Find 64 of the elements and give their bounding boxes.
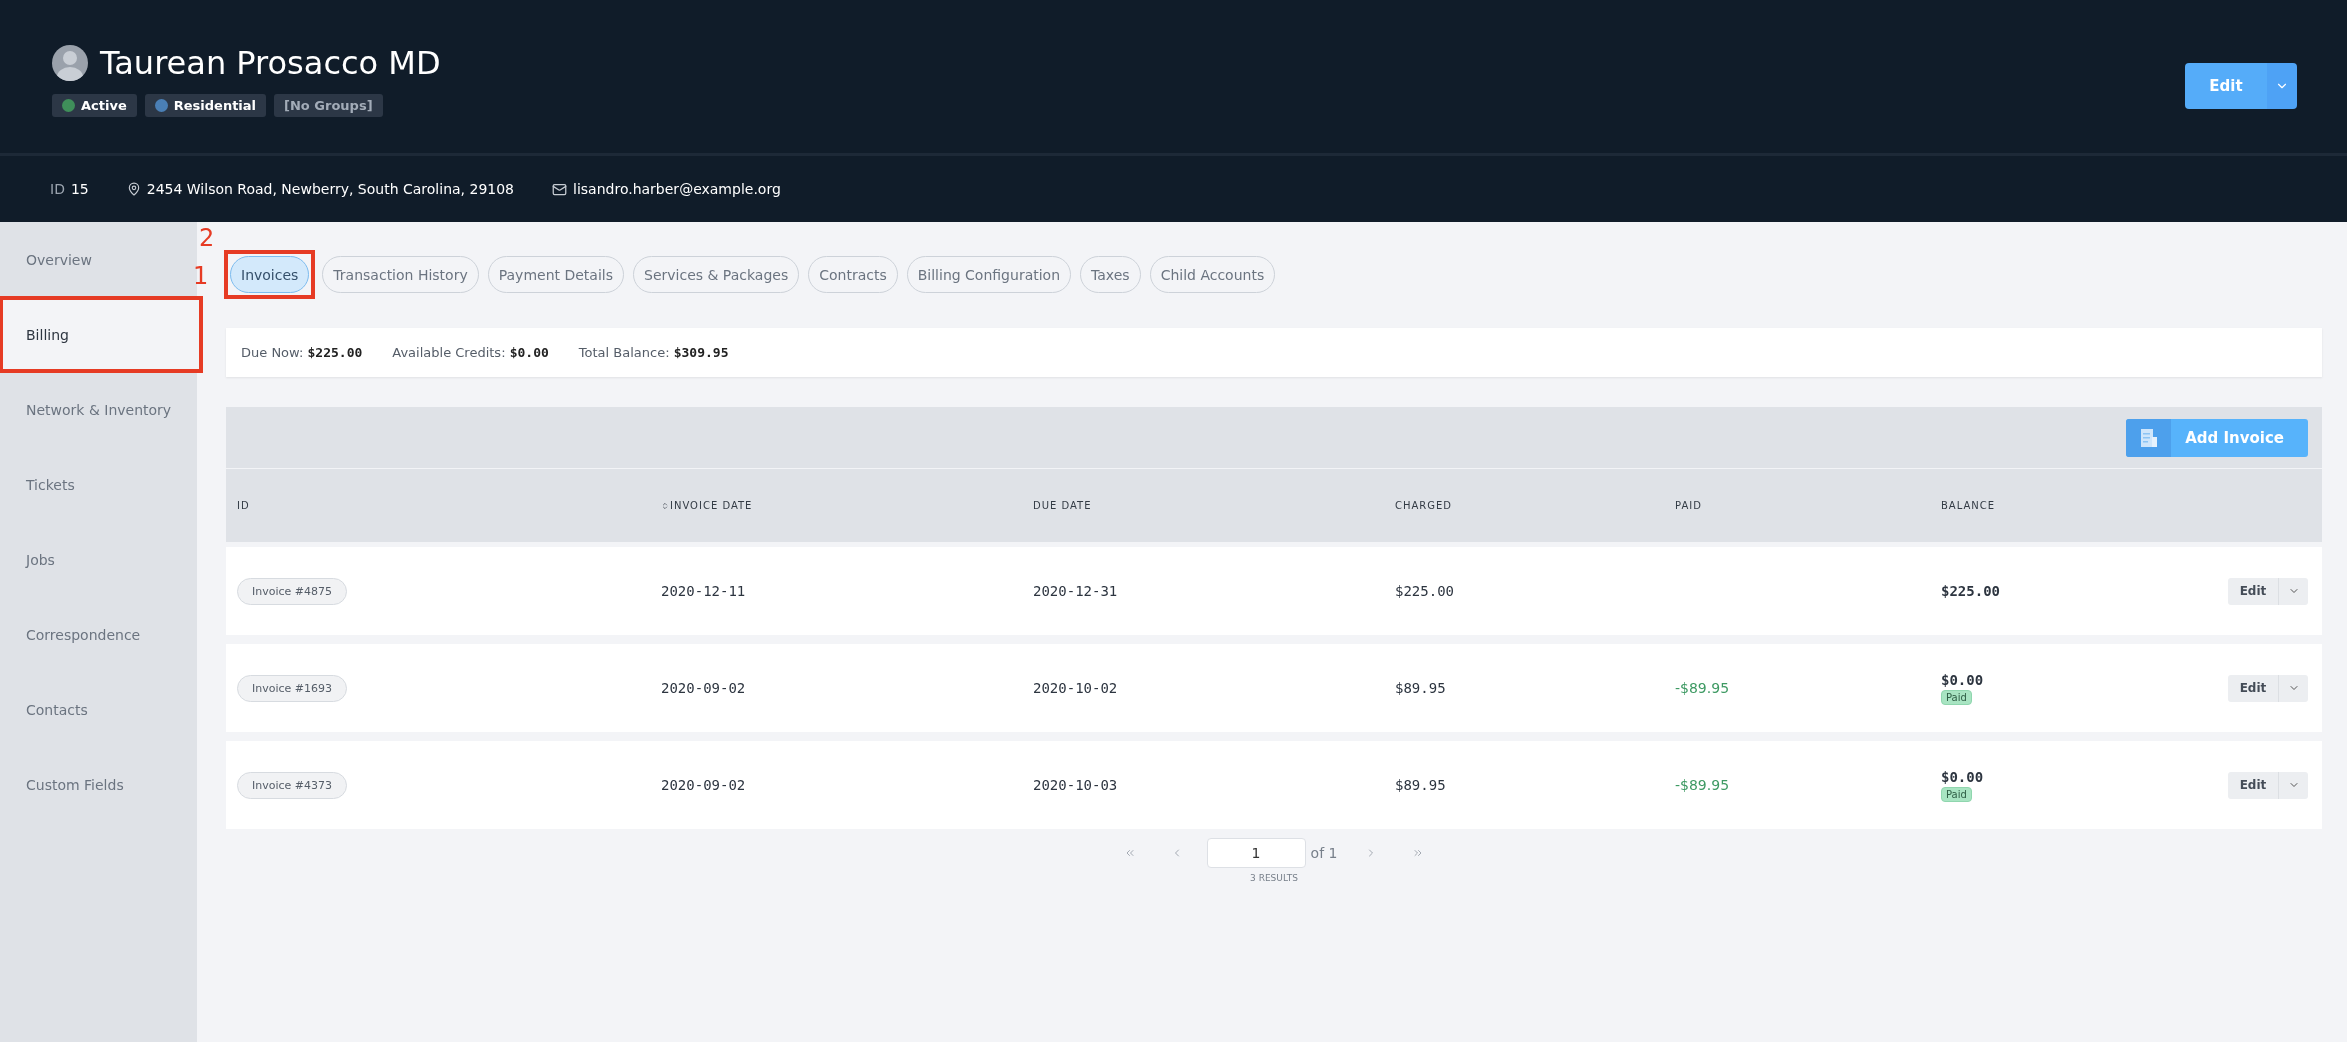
- email-text: lisandro.harber@example.org: [573, 181, 781, 197]
- table-cell-text: 2020-09-02: [661, 680, 747, 696]
- results-count: 3 RESULTS: [1250, 873, 1298, 883]
- dropdown-button[interactable]: [2279, 674, 2308, 702]
- tab[interactable]: Invoices: [230, 256, 310, 293]
- page-count: of 1: [1310, 845, 1338, 861]
- table-cell-text: 2020-12-11: [661, 583, 747, 599]
- summary-text: Available Credits: $0.00: [392, 345, 549, 360]
- table-cell: $0.00: [1941, 671, 1984, 688]
- dropdown-button[interactable]: [2279, 771, 2308, 799]
- double-chevron-left-icon: [1124, 847, 1137, 859]
- location-pin-icon: [126, 182, 141, 196]
- sidebar-item[interactable]: Billing: [0, 297, 202, 372]
- table-cell-text: 2020-09-02: [661, 777, 747, 793]
- sidebar-item[interactable]: Network & Inventory: [0, 372, 197, 447]
- table-cell-text: 2020-10-03: [1033, 777, 1119, 793]
- status-badge: Active: [52, 94, 137, 117]
- document-icon: [2139, 427, 2158, 448]
- edit-button[interactable]: Edit: [2228, 577, 2279, 605]
- page-input[interactable]: 1: [1206, 838, 1306, 868]
- sidebar-item[interactable]: Tickets: [0, 447, 197, 522]
- table-cell-text: 2020-12-31: [1033, 583, 1119, 599]
- dropdown-button[interactable]: [2279, 577, 2308, 605]
- status-tag: Paid: [1941, 786, 1972, 802]
- invoice-tag[interactable]: Invoice #4875: [237, 577, 348, 605]
- annotation-number: 1: [193, 264, 209, 288]
- status-tag: Paid: [1941, 689, 1972, 705]
- invoice-tag[interactable]: Invoice #4373: [237, 771, 348, 799]
- column-header: PAID: [1675, 500, 1703, 511]
- table-cell-text: -$89.95: [1675, 680, 1731, 696]
- sort-icon: [661, 501, 669, 510]
- table-cell-text: 2020-10-02: [1033, 680, 1119, 696]
- edit-button[interactable]: Edit: [2228, 771, 2279, 799]
- annotation-number: 2: [199, 226, 215, 250]
- summary-text: Total Balance: $309.95: [578, 345, 729, 360]
- edit-button[interactable]: Edit: [2228, 674, 2279, 702]
- column-header: BALANCE: [1941, 500, 1997, 511]
- invoice-tag[interactable]: Invoice #1693: [237, 674, 348, 702]
- table-cell-text: $89.95: [1395, 680, 1447, 696]
- table-cell: $0.00: [1941, 768, 1984, 785]
- sidebar-item[interactable]: Correspondence: [0, 597, 197, 672]
- table-cell-text: $225.00: [1395, 583, 1455, 599]
- dropdown-button[interactable]: [2267, 63, 2297, 109]
- mail-icon: [552, 181, 568, 197]
- sidebar-item[interactable]: Contacts: [0, 672, 197, 747]
- status-badge: Residential: [144, 94, 267, 117]
- address-text: 2454 Wilson Road, Newberry, South Carolina, 29108: [146, 181, 515, 197]
- double-chevron-right-icon: [1411, 847, 1424, 859]
- table-cell: $225.00: [1941, 583, 2000, 599]
- customer-name: Taurean Prosacco MD: [100, 44, 441, 82]
- column-header: CHARGED: [1395, 500, 1454, 511]
- table-cell-text: $89.95: [1395, 777, 1447, 793]
- sidebar-item[interactable]: Custom Fields: [0, 747, 197, 822]
- id-label: ID: [50, 181, 65, 197]
- id-value: 15: [70, 181, 89, 197]
- edit-button[interactable]: Edit: [2185, 63, 2267, 109]
- status-badge: [No Groups]: [274, 94, 383, 117]
- table-cell-text: -$89.95: [1675, 777, 1731, 793]
- sidebar-item[interactable]: Jobs: [0, 522, 197, 597]
- column-header: DUE DATE: [1033, 500, 1093, 511]
- add-invoice-button[interactable]: Add Invoice: [2126, 418, 2308, 457]
- column-header[interactable]: INVOICE DATE: [661, 500, 1033, 511]
- column-header: ID: [237, 500, 251, 511]
- summary-text: Due Now: $225.00: [241, 345, 363, 360]
